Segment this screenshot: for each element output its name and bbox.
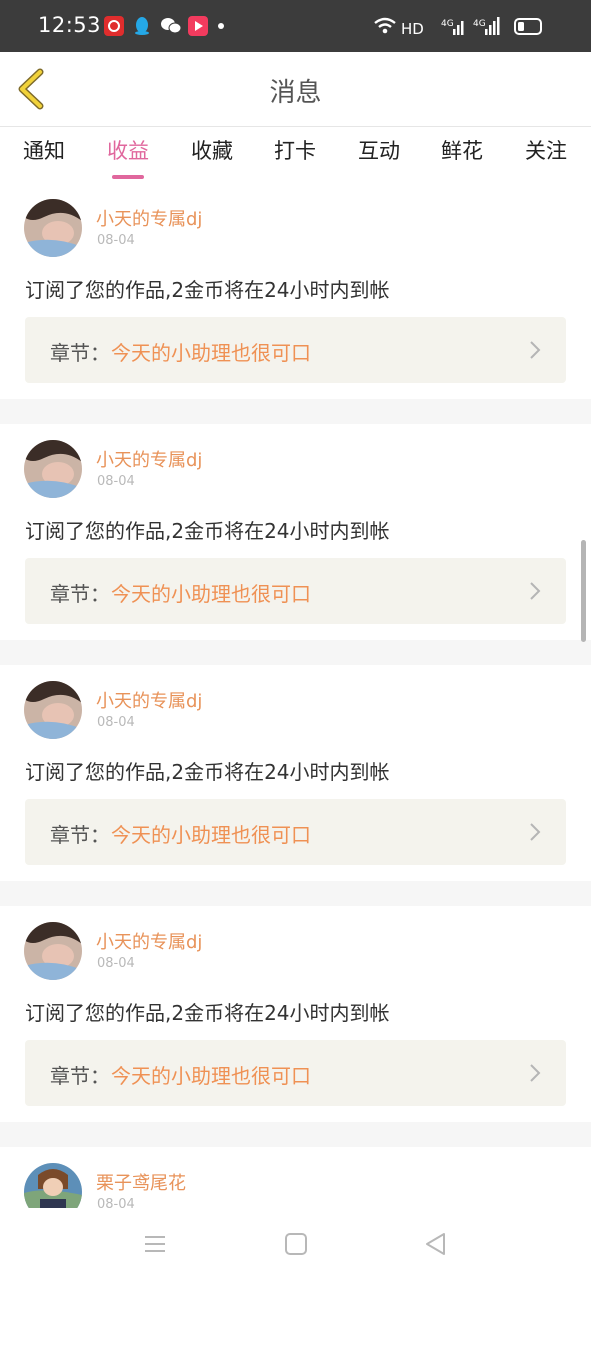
tab-earnings[interactable]: 收益 bbox=[93, 135, 163, 179]
back-nav-button[interactable] bbox=[422, 1230, 450, 1258]
avatar[interactable] bbox=[24, 440, 82, 498]
divider bbox=[0, 881, 591, 906]
divider bbox=[0, 399, 591, 424]
sender-name[interactable]: 栗子鸢尾花 bbox=[96, 1169, 186, 1195]
chevron-right-icon bbox=[530, 1064, 541, 1082]
menu-icon bbox=[145, 1236, 165, 1252]
wifi-icon bbox=[374, 17, 396, 34]
home-button[interactable] bbox=[282, 1230, 310, 1258]
status-right-icons: HD 4G 4G bbox=[373, 15, 553, 39]
system-nav-bar bbox=[0, 1208, 591, 1280]
menu-button[interactable] bbox=[141, 1230, 169, 1258]
divider bbox=[0, 640, 591, 665]
tab-label: 互动 bbox=[358, 139, 400, 163]
tab-notifications[interactable]: 通知 bbox=[9, 135, 79, 165]
message-date: 08-04 bbox=[97, 956, 135, 971]
svg-text:4G: 4G bbox=[473, 19, 486, 29]
message-list: 小天的专属dj 08-04 订阅了您的作品,2金币将在24小时内到帐 章节： 今… bbox=[0, 183, 591, 1363]
message-date: 08-04 bbox=[97, 474, 135, 489]
avatar[interactable] bbox=[24, 199, 82, 257]
chapter-label: 章节： bbox=[50, 1064, 110, 1088]
sender-name[interactable]: 小天的专属dj bbox=[96, 928, 202, 954]
tab-label: 收藏 bbox=[191, 139, 233, 163]
sender-name[interactable]: 小天的专属dj bbox=[96, 205, 202, 231]
tab-interactions[interactable]: 互动 bbox=[344, 135, 414, 165]
app-icon-red bbox=[104, 16, 124, 36]
chapter-title: 今天的小助理也很可口 bbox=[111, 582, 311, 606]
sender-name[interactable]: 小天的专属dj bbox=[96, 687, 202, 713]
tab-following[interactable]: 关注 bbox=[511, 135, 581, 165]
signal-4g-icon-2: 4G bbox=[473, 17, 500, 35]
chapter-link[interactable]: 章节： 今天的小助理也很可口 bbox=[25, 558, 566, 624]
message-text: 订阅了您的作品,2金币将在24小时内到帐 bbox=[25, 760, 390, 784]
chevron-right-icon bbox=[530, 341, 541, 359]
message-card: 小天的专属dj 08-04 订阅了您的作品,2金币将在24小时内到帐 章节： 今… bbox=[0, 424, 591, 640]
avatar[interactable] bbox=[24, 681, 82, 739]
message-date: 08-04 bbox=[97, 233, 135, 248]
home-icon bbox=[285, 1233, 307, 1255]
tab-label: 收益 bbox=[107, 139, 149, 163]
chapter-link[interactable]: 章节： 今天的小助理也很可口 bbox=[25, 317, 566, 383]
status-time: 12:53 bbox=[38, 13, 102, 37]
tab-favorites[interactable]: 收藏 bbox=[177, 135, 247, 165]
chapter-label: 章节： bbox=[50, 341, 110, 365]
svg-text:4G: 4G bbox=[441, 19, 454, 29]
chevron-right-icon bbox=[530, 582, 541, 600]
chapter-title: 今天的小助理也很可口 bbox=[111, 823, 311, 847]
chapter-title: 今天的小助理也很可口 bbox=[111, 1064, 311, 1088]
chapter-title: 今天的小助理也很可口 bbox=[111, 341, 311, 365]
video-app-icon bbox=[188, 16, 208, 36]
tab-label: 关注 bbox=[525, 139, 567, 163]
message-text: 订阅了您的作品,2金币将在24小时内到帐 bbox=[25, 1001, 390, 1025]
message-text: 订阅了您的作品,2金币将在24小时内到帐 bbox=[25, 519, 390, 543]
message-text: 订阅了您的作品,2金币将在24小时内到帐 bbox=[25, 278, 390, 302]
tab-label: 通知 bbox=[23, 139, 65, 163]
battery-icon bbox=[514, 18, 542, 35]
tab-bar: 通知 收益 收藏 打卡 互动 鲜花 关注 bbox=[0, 126, 591, 183]
signal-4g-icon-1: 4G bbox=[441, 19, 464, 35]
header-bar: 消息 bbox=[0, 52, 591, 126]
page-title: 消息 bbox=[269, 78, 322, 108]
chapter-label: 章节： bbox=[50, 823, 110, 847]
status-bar: 12:53 HD 4G 4G bbox=[0, 0, 591, 52]
chapter-link[interactable]: 章节： 今天的小助理也很可口 bbox=[25, 799, 566, 865]
sender-name[interactable]: 小天的专属dj bbox=[96, 446, 202, 472]
chapter-link[interactable]: 章节： 今天的小助理也很可口 bbox=[25, 1040, 566, 1106]
active-tab-indicator bbox=[112, 175, 144, 179]
divider bbox=[0, 1122, 591, 1147]
hd-label: HD bbox=[401, 20, 424, 38]
tab-checkin[interactable]: 打卡 bbox=[260, 135, 330, 165]
message-date: 08-04 bbox=[97, 715, 135, 730]
tab-label: 鲜花 bbox=[441, 139, 483, 163]
dot-icon bbox=[218, 23, 224, 29]
message-card: 小天的专属dj 08-04 订阅了您的作品,2金币将在24小时内到帐 章节： 今… bbox=[0, 183, 591, 399]
message-card: 小天的专属dj 08-04 订阅了您的作品,2金币将在24小时内到帐 章节： 今… bbox=[0, 665, 591, 881]
chapter-label: 章节： bbox=[50, 582, 110, 606]
message-card: 小天的专属dj 08-04 订阅了您的作品,2金币将在24小时内到帐 章节： 今… bbox=[0, 906, 591, 1122]
scrollbar[interactable] bbox=[581, 540, 586, 642]
qq-icon bbox=[132, 16, 152, 36]
back-icon bbox=[426, 1233, 445, 1255]
tab-label: 打卡 bbox=[274, 139, 316, 163]
chevron-right-icon bbox=[530, 823, 541, 841]
avatar[interactable] bbox=[24, 922, 82, 980]
tab-flowers[interactable]: 鲜花 bbox=[427, 135, 497, 165]
wechat-icon bbox=[160, 16, 182, 36]
